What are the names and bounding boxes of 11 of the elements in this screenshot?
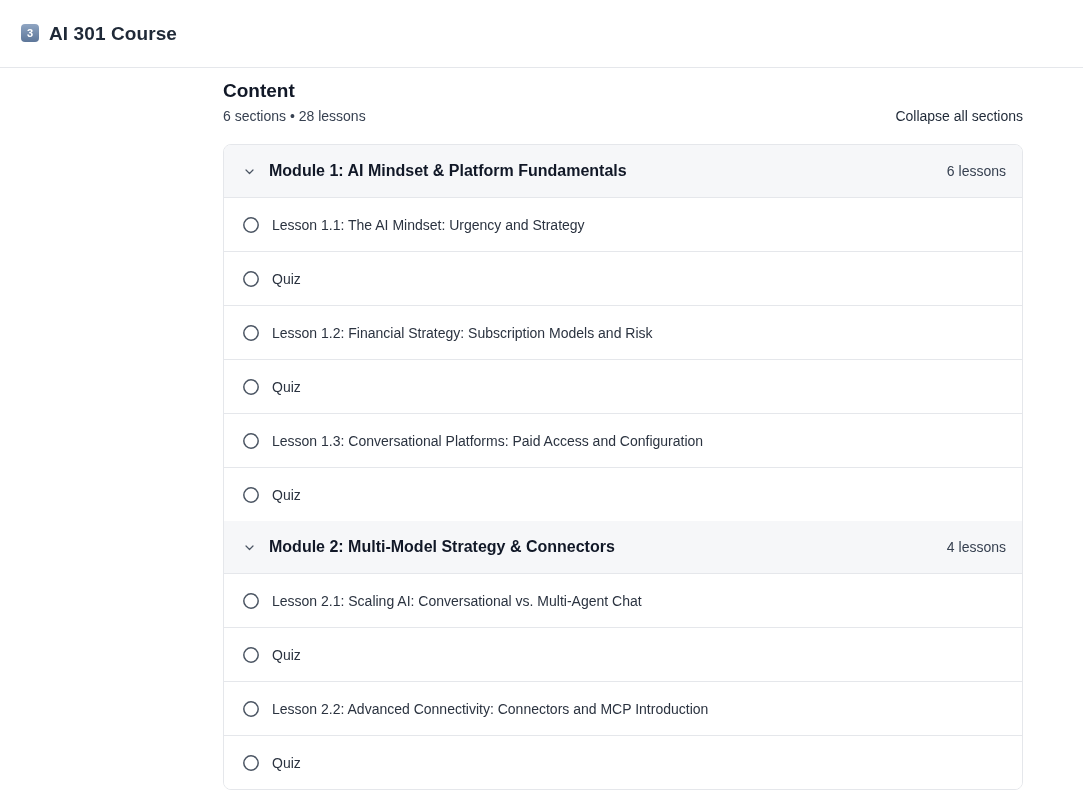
- lesson-count: 6 lessons: [946, 163, 1006, 179]
- collapse-all-link[interactable]: Collapse all sections: [895, 106, 1023, 126]
- lesson-count: 4 lessons: [946, 539, 1006, 555]
- course-title: AI 301 Course: [49, 22, 178, 45]
- sections-summary: 6 sections • 28 lessons: [223, 107, 366, 126]
- keycap-badge: 3: [21, 24, 39, 42]
- module-header[interactable]: Module 2: Multi-Model Strategy & Connectors 4 lessons: [224, 521, 1022, 574]
- module-title: Module 2: Multi-Model Strategy & Connectors: [269, 538, 616, 556]
- content-heading: Content: [223, 79, 296, 103]
- module-header[interactable]: Module 1: AI Mindset & Platform Fundamentals 6 lessons: [224, 145, 1022, 198]
- module-title: Module 1: AI Mindset & Platform Fundamentals: [269, 162, 628, 180]
